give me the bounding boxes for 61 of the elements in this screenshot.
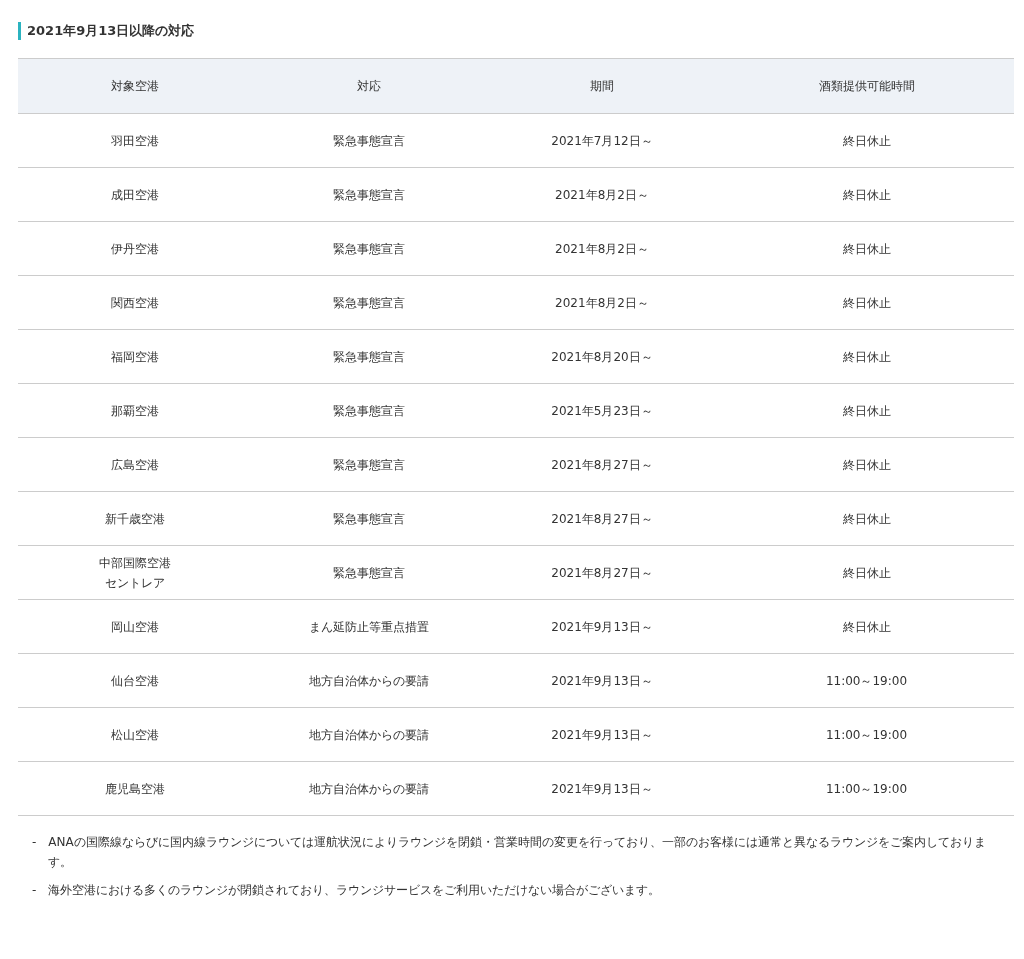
section-heading: 2021年9月13日以降の対応	[18, 22, 1006, 40]
table-cell-text: 仙台空港	[111, 672, 159, 690]
table-cell-text: 関西空港	[111, 294, 159, 312]
table-cell-text: 2021年9月13日～	[551, 618, 653, 636]
table-cell-text: 終日休止	[842, 564, 891, 582]
table-cell-text: 2021年5月23日～	[551, 402, 653, 420]
table-cell-text: 終日休止	[842, 402, 891, 420]
table-cell-text: 地方自治体からの要請	[308, 780, 429, 798]
table-cell-text: 岡山空港	[111, 618, 159, 636]
table-cell-text: 緊急事態宣言	[332, 564, 405, 582]
table-cell-text: 終日休止	[842, 186, 891, 204]
table-cell-text: 緊急事態宣言	[332, 456, 405, 474]
table-cell-text: 終日休止	[842, 348, 891, 366]
table-cell-text: 地方自治体からの要請	[308, 672, 429, 690]
table-cell-text: 2021年8月27日～	[551, 456, 653, 474]
table-cell-text: 終日休止	[842, 510, 891, 528]
table-cell-text: 2021年8月2日～	[555, 240, 649, 258]
table-cell-text: 羽田空港	[111, 132, 159, 150]
table-cell-text: 2021年8月2日～	[555, 186, 649, 204]
list-marker: -	[32, 882, 37, 899]
table-cell-text: 緊急事態宣言	[332, 510, 405, 528]
table-cell-text: まん延防止等重点措置	[308, 618, 429, 636]
column-header: 酒類提供可能時間	[719, 58, 1014, 114]
table-cell-text: 2021年9月13日～	[551, 672, 653, 690]
table-cell-text: 広島空港	[111, 456, 159, 474]
column-header: 期間	[485, 58, 719, 114]
table-cell-text: 那覇空港	[111, 402, 159, 420]
table-cell-text: 2021年9月13日～	[551, 726, 653, 744]
table-cell-text: 成田空港	[111, 186, 159, 204]
table-cell-text: 11:00～19:00	[825, 780, 908, 798]
table-cell-text: 伊丹空港	[111, 240, 159, 258]
table-cell-text: 終日休止	[842, 132, 891, 150]
table-cell-text: 2021年8月27日～	[551, 510, 653, 528]
table-cell-text: 11:00～19:00	[825, 726, 908, 744]
note-text: 海外空港における多くのラウンジが閉鎖されており、ラウンジサービスをご利用いただけない場合がございます。	[48, 882, 661, 899]
table-cell-text: 2021年7月12日～	[551, 132, 653, 150]
table-cell-text: 緊急事態宣言	[332, 348, 405, 366]
table-cell-text: 2021年8月2日～	[555, 294, 649, 312]
table-cell-text: 終日休止	[842, 240, 891, 258]
table-cell-text: 新千歳空港	[105, 510, 165, 528]
table-cell-text: 緊急事態宣言	[332, 402, 405, 420]
column-header: 対象空港	[18, 58, 252, 114]
table-cell-text: 11:00～19:00	[825, 672, 908, 690]
note-text: ANAの国際線ならびに国内線ラウンジについては運航状況によりラウンジを閉鎖・営業時間の変更を行っており、一部のお客様には通常と異なるラウンジをご案内しております。	[48, 834, 987, 871]
table-cell-text: 2021年8月20日～	[551, 348, 653, 366]
table-cell-text: 中部国際空港セントレア	[98, 554, 172, 592]
table-cell-text: 終日休止	[842, 294, 891, 312]
list-marker: -	[32, 834, 37, 851]
table-cell-text: 終日休止	[842, 456, 891, 474]
table-cell-text: 緊急事態宣言	[332, 186, 405, 204]
table-cell-text: 2021年9月13日～	[551, 780, 653, 798]
table-cell-text: 松山空港	[111, 726, 159, 744]
table-cell-text: 緊急事態宣言	[332, 240, 405, 258]
table-cell-text: 鹿児島空港	[105, 780, 165, 798]
column-header: 対応	[252, 58, 485, 114]
table-cell-text: 福岡空港	[111, 348, 159, 366]
table-cell-text: 終日休止	[842, 618, 891, 636]
table-cell-text: 緊急事態宣言	[332, 132, 405, 150]
table-cell-text: 緊急事態宣言	[332, 294, 405, 312]
table-cell-text: 2021年8月27日～	[551, 564, 653, 582]
table-cell-text: 地方自治体からの要請	[308, 726, 429, 744]
